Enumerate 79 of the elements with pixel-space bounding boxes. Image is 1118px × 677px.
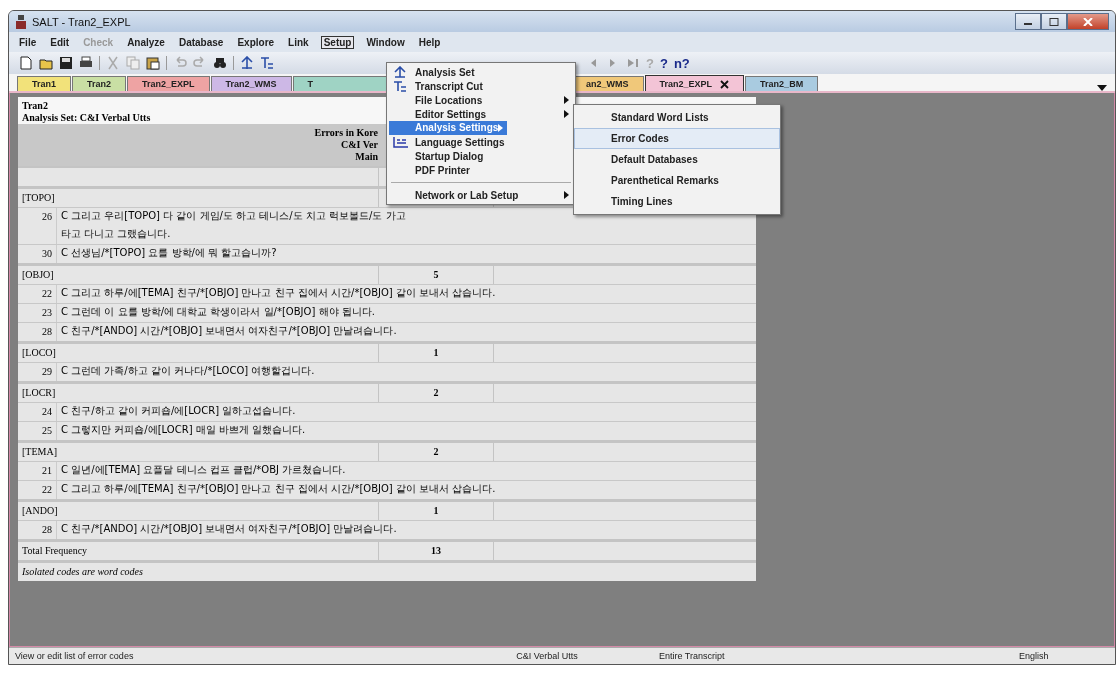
report-subtitle: Analysis Set: C&I Verbal Utts — [21, 112, 152, 124]
utterance-number: 30 — [41, 247, 53, 261]
document-tab[interactable]: Tran2_EXPL — [127, 76, 210, 91]
utterance-number: 25 — [41, 424, 53, 438]
maximize-button[interactable] — [1041, 13, 1067, 30]
paste-icon[interactable] — [146, 56, 160, 70]
status-text: Entire Transcript — [658, 651, 726, 661]
menu-item[interactable]: Analysis Settings — [389, 121, 508, 135]
close-icon[interactable] — [720, 79, 730, 89]
transcript-cut-icon[interactable] — [260, 56, 274, 70]
print-icon[interactable] — [79, 56, 93, 70]
menu-item[interactable]: Database — [176, 36, 226, 48]
app-icon — [15, 14, 27, 29]
status-text: English — [1018, 651, 1050, 661]
code-cell-text: Total Frequency — [21, 544, 89, 558]
window-title: SALT - Tran2_EXPL — [32, 15, 131, 28]
document-tab[interactable]: Tran2_BM — [745, 76, 819, 91]
document-tab[interactable]: Tran1 — [17, 76, 71, 91]
menu-item[interactable]: Editor Settings — [389, 107, 573, 121]
transcript-cut-icon — [393, 80, 407, 92]
folder-icon[interactable] — [39, 56, 53, 70]
menu-item[interactable]: Default Databases — [574, 149, 780, 170]
status-text: View or edit list of error codes — [14, 651, 135, 661]
utterance-number: 29 — [41, 365, 53, 379]
report-title: Tran2 — [21, 99, 49, 112]
language-icon — [393, 136, 409, 148]
utterance-number: 23 — [41, 306, 53, 320]
status-text: C&I Verbal Utts — [515, 651, 579, 661]
code-cell-text: [TOPO] — [21, 191, 56, 205]
submenu-arrow-icon — [498, 124, 504, 132]
save-icon[interactable] — [59, 56, 73, 70]
code-cell-text: [ANDO] — [21, 504, 59, 518]
document-tab[interactable]: Tran2_EXPL — [644, 75, 745, 91]
minimize-button[interactable] — [1015, 13, 1041, 30]
menu-item[interactable]: Analysis Set — [389, 65, 573, 79]
utterance-number: 22 — [41, 483, 53, 497]
utterance-number: 21 — [41, 464, 53, 478]
menu-item[interactable]: Startup Dialog — [389, 149, 573, 163]
analysis-set-icon[interactable] — [240, 56, 254, 70]
binoculars-icon[interactable] — [213, 56, 227, 70]
menu-item[interactable]: Help — [416, 36, 443, 48]
maximize-icon — [1049, 17, 1059, 26]
report-heading: Main — [355, 151, 378, 163]
utterance-number: 24 — [41, 405, 53, 419]
analysis-set-icon — [393, 66, 407, 78]
menu-item[interactable]: Parenthetical Remarks — [574, 170, 780, 191]
menu-item[interactable]: File Locations — [389, 93, 573, 107]
menu-item[interactable]: Network or Lab Setup — [389, 188, 573, 202]
help-button[interactable]: n? — [673, 55, 690, 71]
document-tab[interactable]: Tran2 — [72, 76, 127, 91]
report-note: Isolated codes are word codes — [21, 565, 144, 579]
document-tab[interactable]: Tran2_WMS — [210, 76, 292, 91]
code-cell-text: [LOCO] — [21, 346, 57, 360]
code-cell-text: [TEMA] — [21, 445, 58, 459]
menu-item[interactable]: Link — [286, 36, 311, 48]
report-heading: C&I Ver — [341, 139, 378, 151]
utterance-number: 22 — [41, 287, 53, 301]
menu-item[interactable]: Explore — [235, 36, 277, 48]
help-button[interactable]: ? — [659, 55, 668, 71]
close-button[interactable] — [1067, 13, 1109, 30]
utterance-number: 26 — [41, 210, 53, 224]
utterance-number: 28 — [41, 523, 53, 537]
menu-item[interactable]: Edit — [48, 36, 72, 48]
menu-item[interactable]: Standard Word Lists — [574, 107, 780, 128]
menu-item[interactable]: File — [17, 36, 39, 48]
code-cell-text: [LOCR] — [21, 386, 57, 400]
menu-item[interactable]: Language Settings — [389, 135, 573, 149]
utterance-number: 28 — [41, 325, 53, 339]
close-icon — [1083, 17, 1093, 26]
new-file-icon[interactable] — [19, 56, 33, 70]
menu-item[interactable]: Analyze — [125, 36, 167, 48]
report-heading: Errors in Kore — [314, 127, 378, 139]
menu-item[interactable]: Window — [364, 36, 407, 48]
code-cell-text: [OBJO] — [21, 268, 55, 282]
tab-list-dropdown-icon[interactable] — [1097, 85, 1107, 91]
menu-item[interactable]: Setup — [320, 35, 355, 49]
submenu-arrow-icon — [564, 191, 569, 199]
menu-item[interactable]: PDF Printer — [389, 163, 573, 177]
menu-item[interactable]: Error Codes — [574, 128, 780, 149]
